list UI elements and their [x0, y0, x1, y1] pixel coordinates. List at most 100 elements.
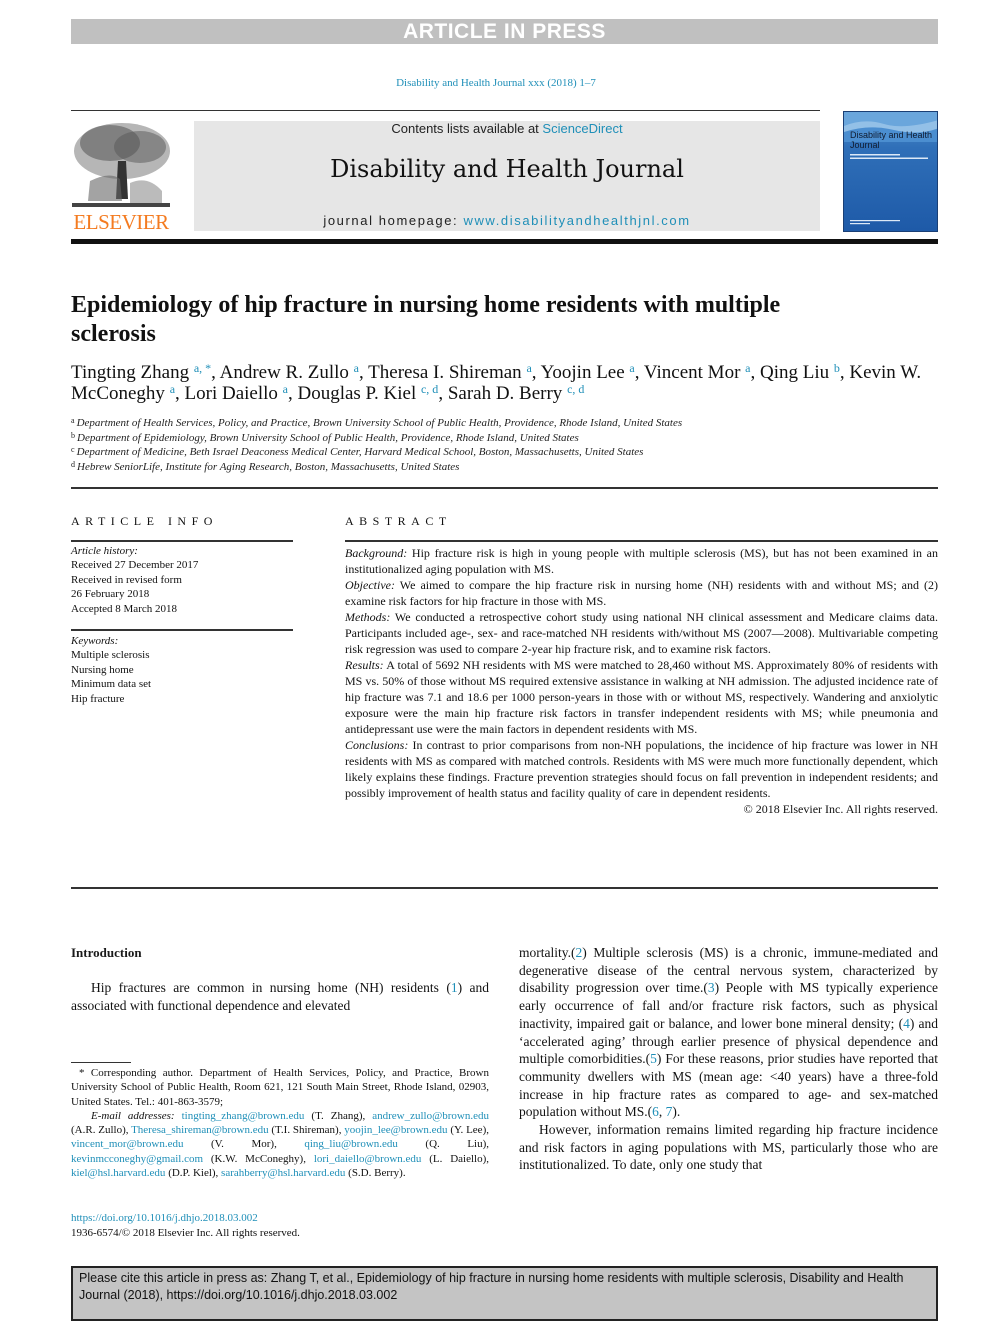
article-history: Article history: Received 27 December 20…: [71, 544, 293, 616]
email-owner: (D.P. Kiel),: [165, 1167, 222, 1180]
journal-reference-link[interactable]: Disability and Health Journal xxx (2018)…: [0, 77, 992, 89]
email-owner: (Q. Liu),: [397, 1138, 490, 1151]
email-owner: (T.I. Shireman),: [268, 1124, 345, 1137]
email-link[interactable]: andrew_zullo@brown.edu: [372, 1110, 489, 1122]
author-name[interactable]: Qing Liu: [760, 362, 834, 383]
contents-prefix: Contents lists available at: [391, 121, 543, 136]
abstract-body: Background: Hip fracture risk is high in…: [345, 545, 938, 817]
issn-copyright: 1936-6574/© 2018 Elsevier Inc. All right…: [71, 1226, 300, 1239]
author-list: Tingting Zhang a, *, Andrew R. Zullo a, …: [71, 362, 931, 404]
author-separator: ,: [358, 362, 369, 383]
keywords: Keywords: Multiple sclerosis Nursing hom…: [71, 634, 293, 706]
body-column-right: mortality.(2) Multiple sclerosis (MS) is…: [519, 944, 938, 1174]
email-link[interactable]: lori_daiello@brown.edu: [314, 1153, 422, 1165]
affiliation: d Hebrew SeniorLife, Institute for Aging …: [71, 460, 931, 475]
journal-homepage-link[interactable]: www.disabilityandhealthjnl.com: [463, 213, 690, 228]
author-separator: ,: [438, 383, 448, 404]
abstract-methods: Methods: We conducted a retrospective co…: [345, 609, 938, 657]
doi-link[interactable]: https://doi.org/10.1016/j.dhjo.2018.03.0…: [71, 1212, 258, 1224]
keyword: Multiple sclerosis: [71, 649, 150, 662]
masthead-thick-rule: [71, 239, 938, 244]
doi-block: https://doi.org/10.1016/j.dhjo.2018.03.0…: [71, 1211, 489, 1240]
email-link[interactable]: vincent_mor@brown.edu: [71, 1138, 183, 1150]
author-name[interactable]: Theresa I. Shireman: [368, 362, 526, 383]
affiliation: c Department of Medicine, Beth Israel Dea…: [71, 445, 931, 460]
abstract-label: Background:: [345, 546, 408, 560]
text-run: Hip fractures are common in nursing home…: [91, 980, 451, 995]
author-name[interactable]: Douglas P. Kiel: [297, 383, 421, 404]
text-run: * Corresponding author. Department of He…: [71, 1067, 489, 1108]
author-separator: ,: [531, 362, 541, 383]
email-label: E-mail addresses:: [91, 1109, 175, 1122]
text-run: mortality.(: [519, 945, 576, 960]
journal-name: Disability and Health Journal: [330, 155, 684, 183]
abstract-text: Hip fracture risk is high in young peopl…: [345, 546, 939, 576]
author-name[interactable]: Lori Daiello: [185, 383, 283, 404]
author-name[interactable]: Yoojin Lee: [541, 362, 630, 383]
affiliation-key: a: [71, 416, 75, 425]
citation-link[interactable]: 6: [652, 1104, 659, 1119]
keyword: Hip fracture: [71, 692, 125, 705]
email-link[interactable]: sarahberry@hsl.harvard.edu: [221, 1167, 345, 1179]
text-run: ,: [658, 1104, 666, 1120]
author-name[interactable]: Andrew R. Zullo: [220, 362, 354, 383]
article-in-press-banner: ARTICLE IN PRESS: [71, 19, 938, 44]
body-column-left: Introduction Hip fractures are common in…: [71, 944, 489, 1014]
author-separator: ,: [634, 362, 644, 383]
introduction-heading: Introduction: [71, 945, 142, 960]
article-title: Epidemiology of hip fracture in nursing …: [71, 292, 781, 347]
email-link[interactable]: yoojin_lee@brown.edu: [344, 1124, 447, 1136]
author-affiliation-ref[interactable]: c, d: [567, 382, 584, 396]
journal-cover-thumbnail[interactable]: Disability and Health Journal: [843, 111, 938, 232]
author-name[interactable]: Sarah D. Berry: [448, 383, 567, 404]
email-addresses: E-mail addresses: tingting_zhang@brown.e…: [71, 1109, 489, 1180]
affiliation-key: d: [71, 459, 75, 469]
citation-link[interactable]: 3: [708, 980, 715, 995]
text-run: However, information remains limited reg…: [519, 1122, 938, 1173]
intro-paragraph-1: Hip fractures are common in nursing home…: [71, 979, 489, 1014]
sciencedirect-link[interactable]: ScienceDirect: [542, 121, 622, 136]
corresponding-author-note: * Corresponding author. Department of He…: [71, 1066, 489, 1109]
email-link[interactable]: tingting_zhang@brown.edu: [182, 1110, 305, 1122]
author-separator: ,: [175, 383, 185, 404]
email-owner: (K.W. McConeghy),: [203, 1152, 314, 1165]
author-name[interactable]: Tingting Zhang: [71, 362, 194, 383]
cover-footer-lines: [850, 220, 900, 225]
citation-link[interactable]: 1: [451, 980, 458, 995]
email-link[interactable]: kevinmcconeghy@gmail.com: [71, 1153, 203, 1165]
email-owner: (T. Zhang),: [304, 1109, 373, 1122]
citation-link[interactable]: 5: [650, 1051, 657, 1066]
keyword: Minimum data set: [71, 678, 152, 691]
abstract-text: We conducted a retrospective cohort stud…: [345, 610, 938, 656]
citation-link[interactable]: 4: [903, 1016, 910, 1031]
affiliation: b Department of Epidemiology, Brown Unive…: [71, 431, 931, 446]
homepage-prefix: journal homepage:: [323, 213, 464, 228]
affiliation-text: Department of Epidemiology, Brown Univer…: [77, 431, 579, 444]
abstract-text: A total of 5692 NH residents with MS wer…: [345, 658, 938, 736]
email-link[interactable]: Theresa_shireman@brown.edu: [131, 1124, 269, 1136]
abstract-label: Results:: [345, 658, 384, 672]
affiliation-text: Department of Medicine, Beth Israel Deac…: [76, 446, 644, 458]
email-link[interactable]: kiel@hsl.harvard.edu: [71, 1167, 165, 1179]
email-link[interactable]: qing_liu@brown.edu: [304, 1138, 398, 1150]
citation-box: Please cite this article in press as: Zh…: [71, 1266, 938, 1321]
abstract-heading: ABSTRACT: [345, 514, 452, 528]
abstract-text: In contrast to prior comparisons from no…: [345, 738, 938, 800]
author-affiliation-ref[interactable]: c, d: [421, 382, 438, 396]
email-owner: (A.R. Zullo),: [71, 1124, 132, 1137]
email-owner: (L. Daiello),: [421, 1152, 489, 1165]
intro-paragraph-2: However, information remains limited reg…: [519, 1121, 938, 1174]
history-accepted: Accepted 8 March 2018: [71, 602, 177, 615]
article-info-heading: ARTICLE INFO: [71, 514, 218, 528]
email-owner: (S.D. Berry).: [345, 1167, 406, 1180]
affiliation: a Department of Health Services, Policy, …: [71, 416, 931, 431]
cover-subtitle-lines: [850, 154, 928, 159]
author-name[interactable]: Vincent Mor: [644, 362, 745, 383]
article-history-label: Article history:: [71, 545, 138, 557]
article-info-rule: [71, 540, 293, 542]
text-run: ).: [672, 1104, 681, 1120]
author-affiliation-ref[interactable]: a, *: [194, 361, 211, 375]
elsevier-logo[interactable]: ELSEVIER: [70, 121, 172, 234]
elsevier-wordmark: ELSEVIER: [73, 210, 169, 234]
abstract-label: Methods:: [345, 610, 391, 624]
